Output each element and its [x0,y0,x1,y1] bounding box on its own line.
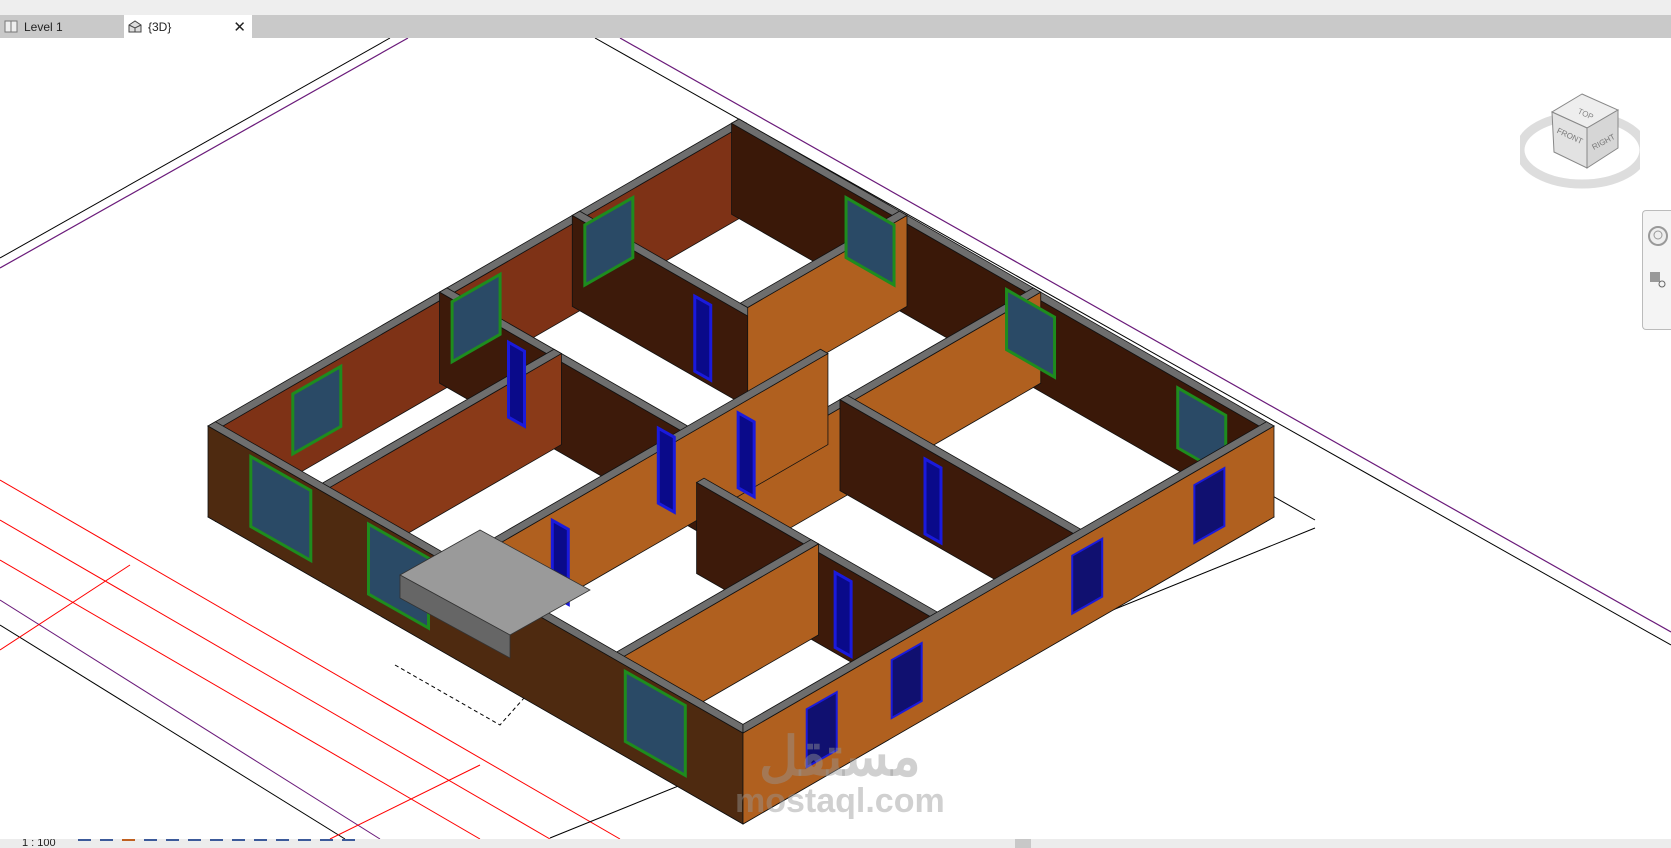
title-strip [0,0,1671,15]
navigation-bar [1642,210,1671,330]
tab-label: {3D} [148,19,172,34]
shadows-icon[interactable] [144,839,157,848]
interior-door [506,339,526,429]
view-cube[interactable]: TOP FRONT RIGHT [1515,88,1649,198]
purple-grid-line [0,599,381,839]
close-tab-button[interactable]: ✕ [233,18,246,36]
steering-wheel-icon [1648,226,1668,246]
reveal-hidden-icon[interactable] [254,839,267,848]
analytical-model-icon[interactable] [298,839,311,848]
view-scale[interactable]: 1 : 100 [22,839,56,848]
worksharing-icon[interactable] [276,839,289,848]
tab-level-1[interactable]: Level 1 [0,15,122,38]
3d-model-viewport[interactable] [0,38,1671,839]
floor-plan-icon [4,20,18,33]
steering-wheel-button[interactable] [1647,225,1669,247]
black-grid-line [0,38,391,259]
highlight-displacement-icon[interactable] [320,839,333,848]
unlock-3d-icon[interactable] [210,839,223,848]
zoom-region-button[interactable] [1647,269,1669,291]
tab-3d[interactable]: {3D} ✕ [124,15,252,38]
tab-label: Level 1 [24,19,63,34]
constraints-icon[interactable] [342,839,355,848]
temporary-hide-icon[interactable] [232,839,245,848]
house-model [207,118,1275,825]
view-control-bar: 1 : 100 [0,839,1671,848]
crop-view-icon[interactable] [166,839,179,848]
3d-house-icon [128,20,142,33]
zoom-region-icon [1650,272,1666,288]
horizontal-scrollbar[interactable] [1015,839,1031,848]
view-tab-bar: Level 1 {3D} ✕ [0,15,1671,38]
red-line [329,764,481,839]
black-grid-line [0,624,346,839]
interior-door [923,456,943,546]
sun-path-icon[interactable] [122,839,135,848]
red-line [0,564,131,651]
interior-door [693,293,713,383]
interior-door [656,425,676,515]
detail-level-icon[interactable] [78,839,91,848]
interior-door [833,569,853,660]
interior-door [736,410,756,500]
show-crop-icon[interactable] [188,839,201,848]
purple-grid-line [0,38,409,269]
visual-style-icon[interactable] [100,839,113,848]
